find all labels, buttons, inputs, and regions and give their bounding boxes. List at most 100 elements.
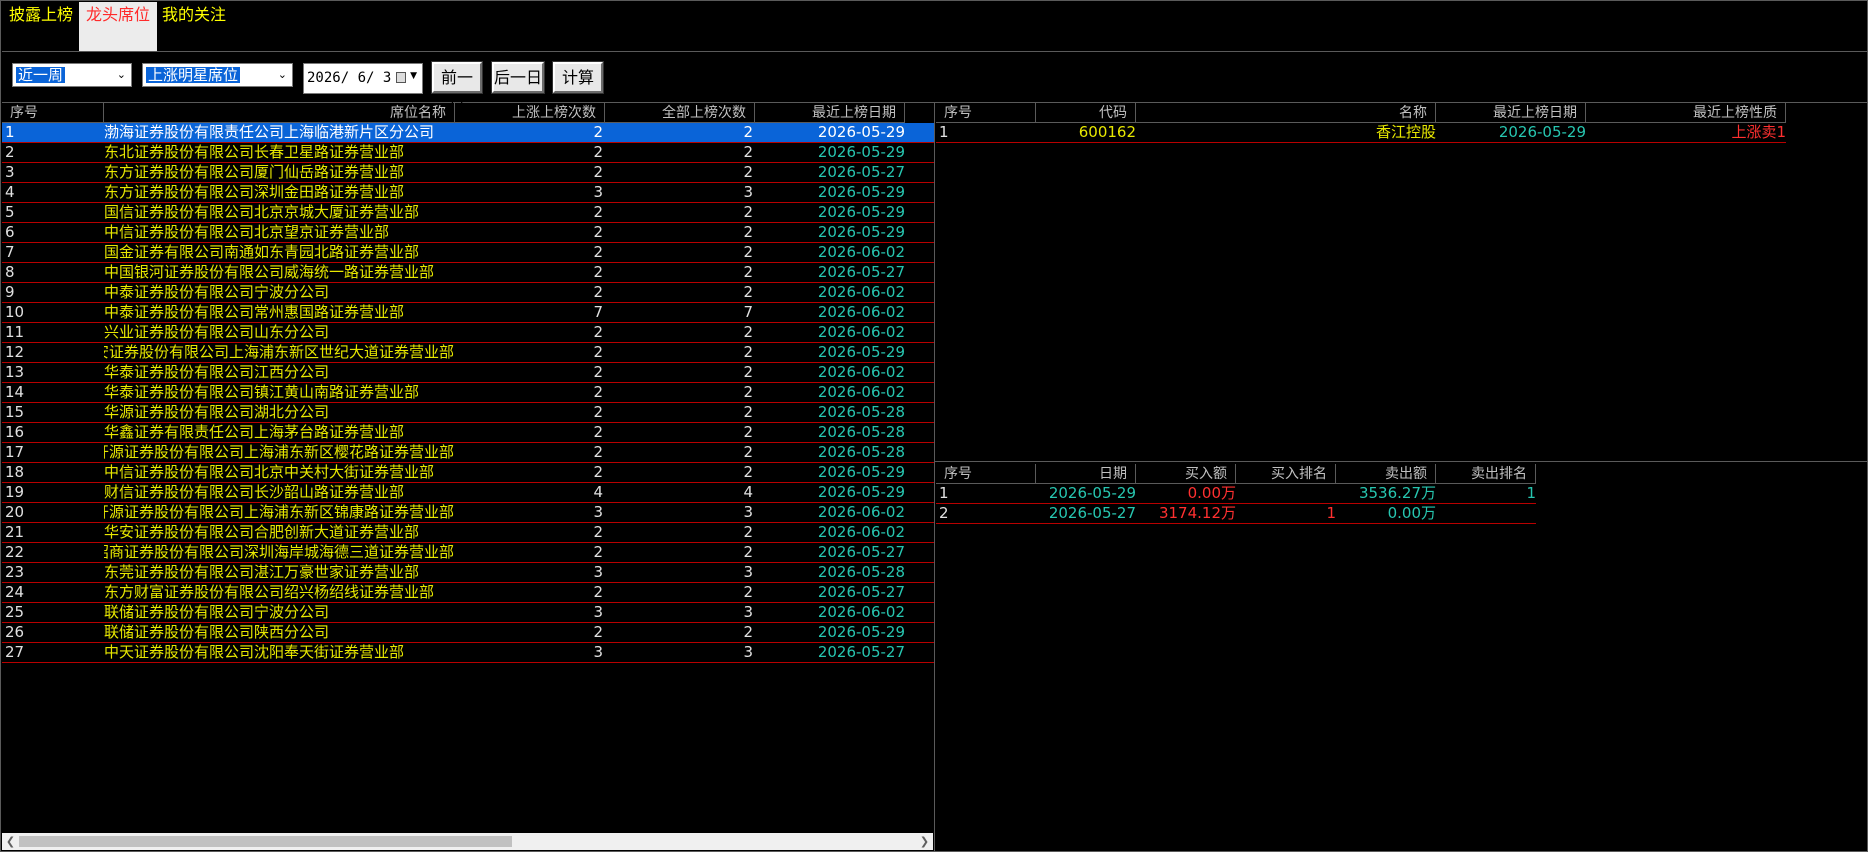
- cell-seat-name: 渤海证券股份有限责任公司上海临港新片区分公司: [104, 123, 435, 141]
- table-row[interactable]: 9 中泰证券股份有限公司宁波分公司 2 2 2026-06-02: [2, 283, 934, 303]
- chevron-down-icon[interactable]: ▼: [410, 71, 417, 81]
- pane-divider[interactable]: [934, 103, 935, 851]
- table-row[interactable]: 26 联储证券股份有限公司陕西分公司 2 2 2026-05-29: [2, 623, 934, 643]
- cell-sell-rank: [1436, 504, 1536, 523]
- cell-no: 3: [5, 163, 15, 181]
- seat-type-select-value: 上涨明星席位: [146, 66, 241, 84]
- col-header-up-count[interactable]: 上涨上榜次数: [455, 103, 605, 123]
- scrollbar-thumb[interactable]: [19, 836, 512, 847]
- seat-type-select[interactable]: 上涨明星席位 ⌄: [142, 63, 293, 87]
- chevron-down-icon[interactable]: ⌄: [117, 67, 126, 83]
- cell-latest-date: 2026-05-27: [817, 583, 905, 601]
- cell-latest-date: 2026-05-28: [817, 443, 905, 461]
- table-row[interactable]: 22 招商证券股份有限公司深圳海岸城海德三道证券营业部 2 2 2026-05-27: [2, 543, 934, 563]
- chevron-down-icon[interactable]: ⌄: [278, 67, 287, 83]
- table-row[interactable]: 10 中泰证券股份有限公司常州惠国路证券营业部 7 7 2026-06-02: [2, 303, 934, 323]
- cell-seat-name: 国金证券有限公司南通如东青园北路证券营业部: [104, 243, 420, 261]
- table-row[interactable]: 8 中国银河证券股份有限公司威海统一路证券营业部 2 2 2026-05-27: [2, 263, 934, 283]
- cell-date: 2026-05-27: [1048, 504, 1136, 522]
- cell-all-count: 3: [743, 603, 753, 621]
- col-header-sell-amount[interactable]: 卖出额: [1336, 464, 1436, 484]
- table-row[interactable]: 19 财信证券股份有限公司长沙韶山路证券营业部 4 4 2026-05-29: [2, 483, 934, 503]
- table-row[interactable]: 23 东莞证券股份有限公司湛江万豪世家证券营业部 3 3 2026-05-28: [2, 563, 934, 583]
- col-header-code[interactable]: 代码: [1036, 103, 1136, 123]
- col-header-buy-rank[interactable]: 买入排名: [1236, 464, 1336, 484]
- col-header-latest-date[interactable]: 最近上榜日期: [1436, 103, 1586, 123]
- col-header-no[interactable]: 序号: [2, 103, 104, 123]
- cell-no: 18: [5, 463, 25, 481]
- table-row[interactable]: 13 华泰证券股份有限公司江西分公司 2 2 2026-06-02: [2, 363, 934, 383]
- table-row[interactable]: 16 华鑫证券有限责任公司上海茅台路证券营业部 2 2 2026-05-28: [2, 423, 934, 443]
- cell-up-count: 2: [593, 363, 603, 381]
- table-row[interactable]: 14 华泰证券股份有限公司镇江黄山南路证券营业部 2 2 2026-06-02: [2, 383, 934, 403]
- scroll-right-icon[interactable]: ❯: [916, 833, 933, 850]
- cell-seat-name: 中信证券股份有限公司北京望京证券营业部: [104, 223, 390, 241]
- cell-latest-date: 2026-05-29: [817, 483, 905, 501]
- table-row[interactable]: 4 东方证券股份有限公司深圳金田路证券营业部 3 3 2026-05-29: [2, 183, 934, 203]
- tab-disclosure[interactable]: 披露上榜: [2, 2, 80, 51]
- horizontal-scrollbar[interactable]: ❮ ❯: [2, 833, 933, 850]
- table-row[interactable]: 2 东北证券股份有限公司长春卫星路证券营业部 2 2 2026-05-29: [2, 143, 934, 163]
- table-row[interactable]: 20 开源证券股份有限公司上海浦东新区锦康路证券营业部 3 3 2026-06-02: [2, 503, 934, 523]
- cell-no: 4: [5, 183, 15, 201]
- cell-all-count: 2: [743, 323, 753, 341]
- stock-list-table: 序号 代码 名称 最近上榜日期 最近上榜性质 1 600162 香江控股 2026-0…: [936, 103, 1866, 459]
- col-header-name[interactable]: 名称: [1136, 103, 1436, 123]
- cell-seat-name: 华源证券股份有限公司湖北分公司: [104, 403, 330, 421]
- col-header-no[interactable]: 序号: [936, 103, 1036, 123]
- table-row[interactable]: 3 东方证券股份有限公司厦门仙岳路证券营业部 2 2 2026-05-27: [2, 163, 934, 183]
- cell-no: 10: [5, 303, 25, 321]
- col-header-all-count[interactable]: 全部上榜次数: [605, 103, 755, 123]
- table-row[interactable]: 6 中信证券股份有限公司北京望京证券营业部 2 2 2026-05-29: [2, 223, 934, 243]
- calendar-icon[interactable]: [396, 72, 406, 83]
- table-row[interactable]: 12 国泰君安证券股份有限公司上海浦东新区世纪大道证券营业部 2 2 2026-05-2…: [2, 343, 934, 363]
- cell-seat-name: 中泰证券股份有限公司宁波分公司: [104, 283, 330, 301]
- cell-no: 11: [5, 323, 25, 341]
- cell-buy-rank: [1236, 484, 1336, 503]
- table-row[interactable]: 1 2026-05-29 0.00万 3536.27万 1: [936, 484, 1536, 504]
- cell-sell-amount: 0.00万: [1387, 504, 1436, 522]
- table-row[interactable]: 5 国信证券股份有限公司北京京城大厦证券营业部 2 2 2026-05-29: [2, 203, 934, 223]
- cell-latest-date: 2026-05-27: [817, 543, 905, 561]
- col-header-no[interactable]: 序号: [936, 464, 1036, 484]
- table-header: 序号 席位名称 上涨上榜次数 全部上榜次数 最近上榜日期: [2, 103, 934, 123]
- period-select[interactable]: 近一周 ⌄: [12, 63, 132, 87]
- cell-seat-name: 招商证券股份有限公司深圳海岸城海德三道证券营业部: [104, 543, 454, 561]
- cell-all-count: 2: [743, 283, 753, 301]
- col-header-buy-amount[interactable]: 买入额: [1136, 464, 1236, 484]
- period-select-value: 近一周: [16, 66, 66, 84]
- table-row[interactable]: 18 中信证券股份有限公司北京中关村大街证券营业部 2 2 2026-05-29: [2, 463, 934, 483]
- table-row[interactable]: 2 2026-05-27 3174.12万 1 0.00万: [936, 504, 1536, 524]
- right-pane-divider[interactable]: [935, 461, 1867, 462]
- col-header-date[interactable]: 日期: [1036, 464, 1136, 484]
- col-header-seat-name[interactable]: 席位名称: [104, 103, 455, 123]
- table-row[interactable]: 21 华安证券股份有限公司合肥创新大道证券营业部 2 2 2026-06-02: [2, 523, 934, 543]
- col-header-latest-date[interactable]: 最近上榜日期: [755, 103, 905, 123]
- cell-no: 5: [5, 203, 15, 221]
- cell-all-count: 2: [743, 423, 753, 441]
- table-row[interactable]: 1 渤海证券股份有限责任公司上海临港新片区分公司 2 2 2026-05-29: [2, 123, 934, 143]
- table-row[interactable]: 7 国金证券有限公司南通如东青园北路证券营业部 2 2 2026-06-02: [2, 243, 934, 263]
- col-header-sell-rank[interactable]: 卖出排名: [1436, 464, 1536, 484]
- prev-day-button[interactable]: 前一日: [431, 61, 483, 114]
- calc-button[interactable]: 计算: [552, 61, 604, 94]
- date-picker[interactable]: 2026/ 6/ 3 ▼: [303, 63, 423, 94]
- cell-all-count: 3: [743, 183, 753, 201]
- col-header-latest-nature[interactable]: 最近上榜性质: [1586, 103, 1786, 123]
- scroll-left-icon[interactable]: ❮: [2, 833, 19, 850]
- table-row[interactable]: 25 联储证券股份有限公司宁波分公司 3 3 2026-06-02: [2, 603, 934, 623]
- next-day-button[interactable]: 后一日: [491, 61, 545, 94]
- table-row[interactable]: 24 东方财富证券股份有限公司绍兴杨绍线证券营业部 2 2 2026-05-27: [2, 583, 934, 603]
- tab-leading-seats[interactable]: 龙头席位: [79, 2, 158, 51]
- table-row[interactable]: 17 开源证券股份有限公司上海浦东新区樱花路证券营业部 2 2 2026-05-28: [2, 443, 934, 463]
- cell-no: 6: [5, 223, 15, 241]
- cell-no: 25: [5, 603, 25, 621]
- cell-all-count: 7: [743, 303, 753, 321]
- table-row[interactable]: 11 兴业证券股份有限公司山东分公司 2 2 2026-06-02: [2, 323, 934, 343]
- table-row[interactable]: 27 中天证券股份有限公司沈阳奉天街证券营业部 3 3 2026-05-27: [2, 643, 934, 663]
- cell-no: 23: [5, 563, 25, 581]
- table-row[interactable]: 1 600162 香江控股 2026-05-29 上涨卖1: [936, 123, 1786, 143]
- cell-latest-date: 2026-05-29: [817, 203, 905, 221]
- table-row[interactable]: 15 华源证券股份有限公司湖北分公司 2 2 2026-05-28: [2, 403, 934, 423]
- tab-my-watchlist[interactable]: 我的关注: [155, 2, 233, 51]
